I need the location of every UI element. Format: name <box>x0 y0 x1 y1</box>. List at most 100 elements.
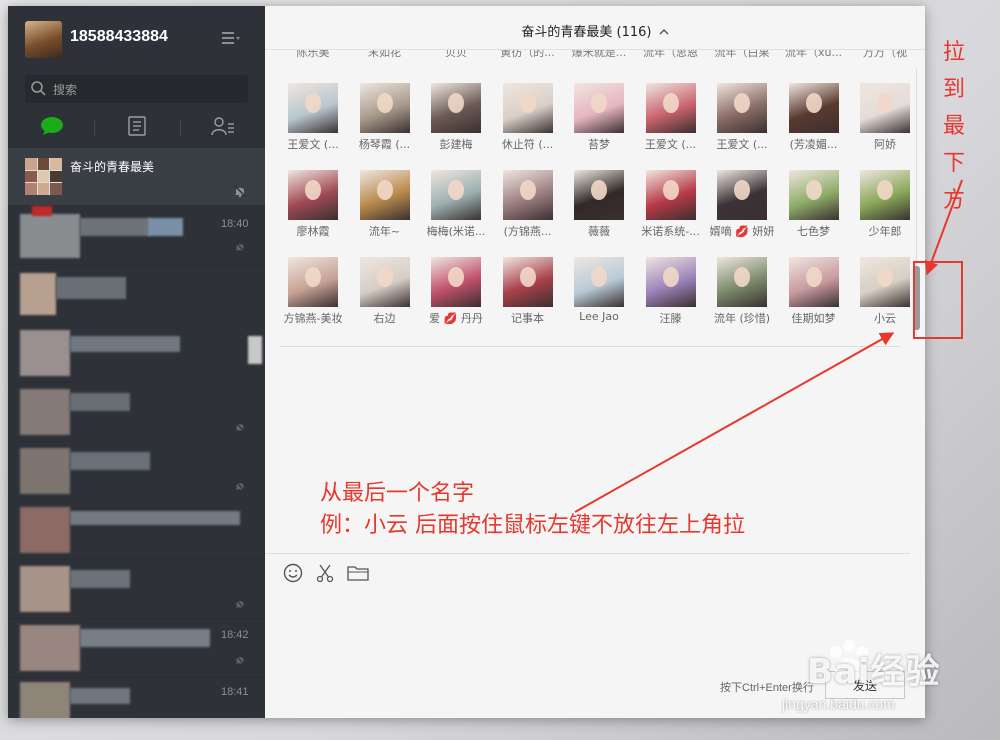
member-names-cutoff: 陈乐美 末如花 贝贝 黄彷（的... 爆米就是... 流年（思恩 流年（白果 流年（xu...… <box>280 50 915 62</box>
member-avatar <box>359 257 410 307</box>
annotation-char: 到 <box>942 77 965 102</box>
member-name: 流年 (珍惜) <box>713 312 771 325</box>
tab-divider <box>180 120 181 136</box>
member-item[interactable]: 右边 <box>352 257 418 337</box>
member-item[interactable]: 廖林霞 <box>280 170 346 250</box>
screenshot-button[interactable] <box>315 563 335 583</box>
session-item-blurred[interactable] <box>8 442 265 501</box>
session-item-blurred[interactable] <box>8 501 265 560</box>
tab-contacts[interactable] <box>208 114 238 142</box>
session-item-blurred[interactable]: 18:42 <box>8 619 265 678</box>
sidebar-tabs <box>8 110 265 146</box>
member-grid: 陈乐美 末如花 贝贝 黄彷（的... 爆米就是... 流年（思恩 流年（白果 流年（xu...… <box>280 50 915 350</box>
member-avatar <box>359 83 410 133</box>
member-name: 记事本 <box>511 312 544 325</box>
annotation-line-1: 从最后一个名字 <box>320 481 475 506</box>
member-name: 方锦燕-美妆 <box>283 312 343 325</box>
session-item-active[interactable]: 奋斗的青春最美 <box>8 148 265 205</box>
member-name-cut: 流年（xu... <box>785 50 842 59</box>
member-avatar <box>502 83 553 133</box>
member-item[interactable]: 爱 💋 丹丹 <box>423 257 489 337</box>
member-item[interactable]: 汪滕 <box>638 257 704 337</box>
folder-icon <box>347 566 369 587</box>
search-icon <box>31 81 46 100</box>
member-item[interactable]: 苔梦 <box>566 83 632 163</box>
member-item[interactable]: Lee Jao <box>566 257 632 337</box>
member-avatar <box>788 83 839 133</box>
member-item[interactable]: 少年郎 <box>852 170 915 250</box>
session-item-blurred[interactable] <box>8 265 265 324</box>
sidebar: 18588433884 搜索 奋斗的青春最美 18:40 18:42 18:41 <box>8 6 265 718</box>
member-item[interactable]: 杨琴霞 (... <box>352 83 418 163</box>
member-item[interactable]: 七色梦 <box>781 170 847 250</box>
user-avatar[interactable] <box>25 21 62 58</box>
member-name: 王爱文 (... <box>287 138 339 151</box>
session-name: 奋斗的青春最美 <box>70 160 155 174</box>
member-item[interactable]: (芳凌媚... <box>781 83 847 163</box>
menu-icon[interactable] <box>222 30 242 44</box>
member-avatar <box>574 257 624 307</box>
member-name: 阿娇 <box>874 138 896 151</box>
session-item-blurred[interactable] <box>8 324 265 383</box>
member-item[interactable]: 方锦燕-美妆 <box>280 257 346 337</box>
member-name: 休止符 (... <box>501 138 554 151</box>
chat-panel: 奋斗的青春最美 (116) 陈乐美 末如花 贝贝 黄彷（的... 爆米就是... 流年（思… <box>265 6 925 718</box>
session-item-blurred[interactable] <box>8 560 265 619</box>
annotation-line-2: 例：小云 后面按住鼠标左键不放往左上角拉 <box>320 513 745 538</box>
member-item[interactable]: 小云 <box>852 257 915 337</box>
session-item-blurred[interactable] <box>8 383 265 442</box>
member-item[interactable]: 米诺系统-... <box>638 170 704 250</box>
member-avatar <box>860 257 910 307</box>
member-name: 米诺系统-... <box>641 225 700 238</box>
member-item[interactable]: 佳期如梦 <box>781 257 847 337</box>
member-item[interactable]: 王爱文 (... <box>709 83 775 163</box>
member-item[interactable]: 阿娇 <box>852 83 915 163</box>
mute-bell-icon <box>234 651 246 670</box>
chat-title-text: 奋斗的青春最美 (116) <box>521 25 652 40</box>
member-name: 杨琴霞 (... <box>358 138 411 151</box>
chat-title[interactable]: 奋斗的青春最美 (116) <box>265 21 925 40</box>
member-avatar <box>574 170 624 220</box>
member-item[interactable]: 梅梅(米诺... <box>423 170 489 250</box>
file-button[interactable] <box>347 563 369 583</box>
member-item[interactable]: 婿嘀 💋 妍妍 <box>709 170 775 250</box>
tab-favorites[interactable] <box>122 114 152 142</box>
member-avatar <box>717 170 767 220</box>
member-name: 汪滕 <box>659 312 682 325</box>
search-input[interactable] <box>51 80 235 100</box>
group-avatar <box>25 158 62 195</box>
member-name-cut: 流年（思恩 <box>643 50 698 59</box>
watermark-url: jingyan.baidu.com <box>782 696 895 712</box>
mute-bell-icon <box>234 595 246 614</box>
member-name: 苔梦 <box>588 138 610 151</box>
member-item[interactable]: 王爱文 (... <box>280 83 346 163</box>
member-item[interactable]: (方锦燕... <box>495 170 561 250</box>
member-name: 右边 <box>373 312 396 325</box>
member-avatar <box>860 170 910 220</box>
member-avatar <box>431 170 481 220</box>
mute-bell-icon <box>234 418 246 437</box>
search-box[interactable] <box>25 75 248 103</box>
tab-divider <box>94 120 95 136</box>
member-item[interactable]: 薇薇 <box>566 170 632 250</box>
chat-bubble-icon <box>40 116 64 140</box>
member-item[interactable]: 流年 (珍惜) <box>709 257 775 337</box>
member-avatar <box>502 170 553 220</box>
member-avatar <box>645 83 696 133</box>
session-item-blurred[interactable]: 18:40 <box>8 206 265 265</box>
member-item[interactable]: 王爱文 (... <box>638 83 704 163</box>
wechat-window: 18588433884 搜索 奋斗的青春最美 18:40 18:42 18:41… <box>8 6 925 718</box>
member-item[interactable]: 流年~ <box>352 170 418 250</box>
annotation-char: 方 <box>942 188 965 213</box>
emoji-button[interactable] <box>283 563 303 583</box>
member-name: 廖林霞 <box>296 225 330 238</box>
tab-chats[interactable] <box>37 114 67 142</box>
member-name: 爱 💋 丹丹 <box>429 312 483 325</box>
member-name: 薇薇 <box>588 225 610 238</box>
member-item[interactable]: 休止符 (... <box>495 83 561 163</box>
member-item[interactable]: 彭建梅 <box>423 83 489 163</box>
member-avatar <box>288 257 338 307</box>
session-item-blurred[interactable]: 18:41 <box>8 678 265 718</box>
member-name: 婿嘀 💋 妍妍 <box>709 225 775 238</box>
member-item[interactable]: 记事本 <box>495 257 561 337</box>
